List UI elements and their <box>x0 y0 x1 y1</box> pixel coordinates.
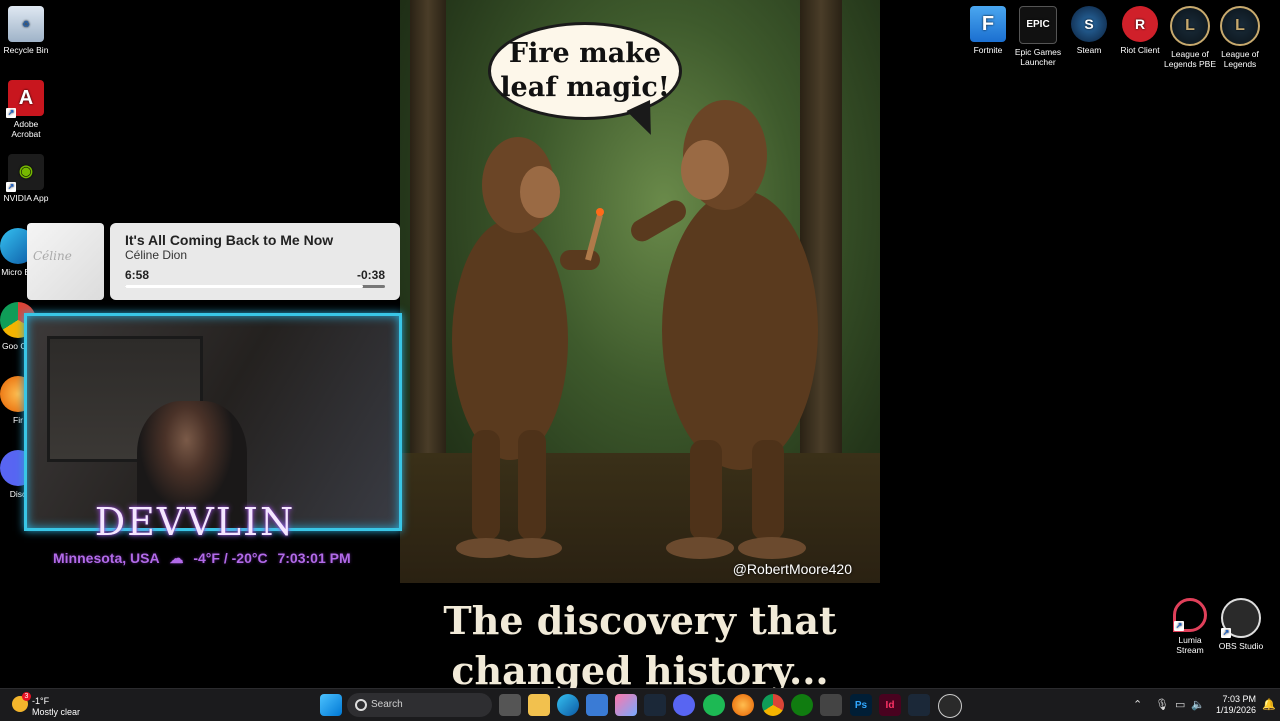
obs-studio-label: OBS Studio <box>1218 641 1264 651</box>
indesign-icon[interactable]: Id <box>879 694 901 716</box>
snipping-tool-icon[interactable] <box>820 694 842 716</box>
overlay-weather: Minnesota, USA ☁ -4°F / -20°C 7:03:01 PM <box>53 550 357 567</box>
adobe-acrobat-shortcut[interactable]: A ↗ Adobe Acrobat <box>0 80 52 139</box>
track-title: It's All Coming Back to Me Now <box>125 232 334 248</box>
nvidia-app-shortcut[interactable]: ◉ ↗ NVIDIA App <box>0 154 52 203</box>
steam-label: Steam <box>1076 45 1102 55</box>
overlay-temperature: -4°F / -20°C <box>193 550 268 566</box>
track-remaining: -0:38 <box>356 268 385 282</box>
clock-date: 1/19/2026 <box>1215 705 1256 715</box>
epic-games-label: Epic Games Launcher <box>1014 47 1062 67</box>
firefox-taskbar-icon[interactable] <box>732 694 754 716</box>
taskbar-clock[interactable]: 7:03 PM 1/19/2026 <box>1216 694 1256 716</box>
lumia-stream-shortcut[interactable]: ↗ Lumia Stream <box>1164 598 1216 655</box>
now-playing-widget: It's All Coming Back to Me Now Céline Di… <box>110 223 400 300</box>
overlay-location: Minnesota, USA <box>53 550 160 566</box>
taskbar-condition: Mostly clear <box>32 707 81 717</box>
caption-line-2: changed history... <box>451 648 829 688</box>
track-progress-bar <box>125 285 385 288</box>
xbox-icon[interactable] <box>791 694 813 716</box>
tray-chevron-icon[interactable]: ⌃ <box>1133 698 1142 711</box>
fortnite-label: Fortnite <box>973 45 1003 55</box>
track-progress-fill <box>125 285 364 288</box>
notification-bell-icon[interactable]: 🔔 <box>1262 698 1276 711</box>
nvidia-app-label: NVIDIA App <box>3 193 49 203</box>
store-icon[interactable] <box>586 694 608 716</box>
task-view-icon[interactable] <box>499 694 521 716</box>
album-art: Céline <box>27 223 104 300</box>
recycle-bin-icon: ♻ <box>8 6 44 42</box>
riot-client-label: Riot Client <box>1120 45 1160 55</box>
photoshop-icon[interactable]: Ps <box>850 694 872 716</box>
recycle-bin-shortcut[interactable]: ♻ Recycle Bin <box>0 6 52 55</box>
clock-time: 7:03 PM <box>1222 694 1256 704</box>
discord-taskbar-icon[interactable] <box>673 694 695 716</box>
epic-games-icon: EPIC <box>1019 6 1057 44</box>
edge-taskbar-icon[interactable] <box>557 694 579 716</box>
taskbar: 3 -1°F Mostly clear Search Ps Id ⌃ 🎙 ▭ 🔈… <box>0 688 1280 721</box>
weather-badge: 3 <box>22 692 31 701</box>
desktop: ♻ Recycle Bin A ↗ Adobe Acrobat ◉ ↗ NVIDIA… <box>0 0 1280 688</box>
fortnite-shortcut[interactable]: F Fortnite <box>962 6 1014 55</box>
speech-line-1: Fire make <box>508 38 662 69</box>
riot-icon: R <box>1122 6 1158 42</box>
cloud-icon: ☁ <box>169 550 184 566</box>
taskbar-weather-widget[interactable]: 3 -1°F Mostly clear <box>10 692 90 717</box>
league-label: League of Legends <box>1221 49 1259 69</box>
taskbar-temperature: -1°F <box>32 696 50 706</box>
meme-caption: The discovery that changed history... <box>400 596 880 688</box>
search-icon <box>355 699 367 711</box>
obs-icon: ↗ <box>1221 598 1261 638</box>
recycle-bin-label: Recycle Bin <box>3 45 49 55</box>
spotify-icon[interactable] <box>703 694 725 716</box>
adobe-acrobat-label: Adobe Acrobat <box>11 119 41 139</box>
windows-start-icon[interactable] <box>320 694 342 716</box>
meme-image: Fire make leaf magic! @RobertMoore420 <box>400 0 880 583</box>
microphone-icon[interactable]: 🎙 <box>1155 698 1169 711</box>
meme-watermark: @RobertMoore420 <box>732 561 852 577</box>
lumia-stream-label: Lumia Stream <box>1176 635 1204 655</box>
network-icon[interactable]: ▭ <box>1175 698 1185 711</box>
chrome-taskbar-icon[interactable] <box>762 694 784 716</box>
steam-taskbar-icon[interactable] <box>644 694 666 716</box>
track-artist: Céline Dion <box>125 248 188 262</box>
league-icon: L <box>1220 6 1260 46</box>
epic-games-shortcut[interactable]: EPIC Epic Games Launcher <box>1012 6 1064 67</box>
nvidia-icon: ◉ ↗ <box>6 154 44 192</box>
steam-icon: S <box>1071 6 1107 42</box>
league-pbe-shortcut[interactable]: L League of Legends PBE <box>1164 6 1216 69</box>
acrobat-icon: A ↗ <box>6 80 44 118</box>
steam-shortcut[interactable]: S Steam <box>1063 6 1115 55</box>
lumia-stream-icon: ↗ <box>1173 598 1207 632</box>
steam-taskbar-icon-2[interactable] <box>908 694 930 716</box>
speech-line-2: leaf magic! <box>500 72 670 103</box>
streamer-name: DEVVLIN <box>94 500 296 544</box>
league-pbe-label: League of Legends PBE <box>1164 49 1216 69</box>
track-elapsed: 6:58 <box>125 268 150 282</box>
overlay-time: 7:03:01 PM <box>277 550 351 566</box>
obs-taskbar-icon[interactable] <box>938 694 962 718</box>
search-placeholder: Search <box>371 699 403 710</box>
webcam-feed <box>24 313 402 531</box>
volume-icon[interactable]: 🔈 <box>1191 698 1205 711</box>
copilot-icon[interactable] <box>615 694 637 716</box>
riot-client-shortcut[interactable]: R Riot Client <box>1114 6 1166 55</box>
fortnite-icon: F <box>970 6 1006 42</box>
caption-line-1: The discovery that <box>443 598 837 643</box>
league-pbe-icon: L <box>1170 6 1210 46</box>
taskbar-search[interactable]: Search <box>347 693 492 717</box>
obs-studio-shortcut[interactable]: ↗ OBS Studio <box>1215 598 1267 651</box>
album-art-text: Céline <box>33 249 72 263</box>
league-shortcut[interactable]: L League of Legends <box>1214 6 1266 69</box>
file-explorer-icon[interactable] <box>528 694 550 716</box>
